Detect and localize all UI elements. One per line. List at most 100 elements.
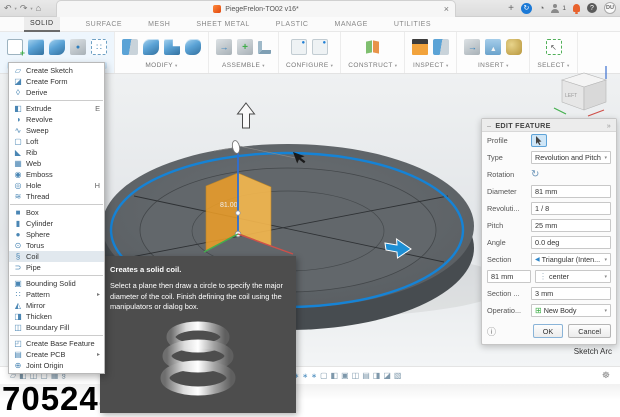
- redo-icon[interactable]: ↷: [20, 2, 28, 15]
- dimension-label[interactable]: 81.00: [220, 202, 238, 209]
- timeline-feature-icon[interactable]: ∗: [302, 372, 308, 380]
- menu-item-bounding-solid[interactable]: ▣Bounding Solid: [9, 278, 104, 289]
- configuration-table-icon[interactable]: [291, 39, 307, 55]
- toolbar-group-construct[interactable]: CONSTRUCT▾: [341, 32, 405, 73]
- toolbar-group-inspect[interactable]: INSPECT▾: [405, 32, 457, 73]
- menu-item-thread[interactable]: ≋Thread: [9, 191, 104, 202]
- measure-icon[interactable]: [412, 39, 428, 55]
- menu-item-torus[interactable]: ⊙Torus: [9, 240, 104, 251]
- menu-item-pattern[interactable]: ∷Pattern▸: [9, 289, 104, 300]
- section-analysis-icon[interactable]: [433, 39, 449, 55]
- rigid-group-icon[interactable]: [258, 41, 271, 54]
- menu-item-sphere[interactable]: ●Sphere: [9, 229, 104, 240]
- toolbar-group-configure[interactable]: CONFIGURE▾: [279, 32, 341, 73]
- angle-input[interactable]: [531, 236, 611, 249]
- timeline-feature-icon[interactable]: ▧: [394, 371, 402, 380]
- joint-icon[interactable]: [237, 39, 253, 55]
- pitch-input[interactable]: [531, 219, 611, 232]
- hole-icon[interactable]: [70, 39, 86, 55]
- menu-item-create-base-feature[interactable]: ◰Create Base Feature: [9, 338, 104, 349]
- chamfer-icon[interactable]: [164, 39, 180, 55]
- toolbar-group-assemble[interactable]: ASSEMBLE▾: [209, 32, 279, 73]
- create-sketch-icon[interactable]: [7, 39, 23, 55]
- timeline-feature-icon[interactable]: ∗: [311, 372, 317, 380]
- tab-utilities[interactable]: UTILITIES: [394, 17, 431, 32]
- operation-dropdown[interactable]: ⊞New Body▾: [531, 304, 611, 317]
- manipulator-handle-mid[interactable]: [236, 211, 240, 215]
- job-status-icon[interactable]: ◔: [539, 3, 544, 14]
- menu-item-create-form[interactable]: ◪Create Form: [9, 76, 104, 87]
- pattern-icon[interactable]: ∷: [91, 39, 107, 55]
- tab-plastic[interactable]: PLASTIC: [276, 17, 309, 32]
- close-tab-icon[interactable]: ×: [444, 4, 449, 14]
- menu-item-loft[interactable]: ▢Loft: [9, 136, 104, 147]
- document-tab[interactable]: PiegeFrelon-TO02 v16* ×: [56, 0, 456, 17]
- insert-menu-button[interactable]: INSERT▾: [478, 62, 509, 69]
- rotation-toggle-icon[interactable]: ↻: [531, 169, 539, 180]
- new-tab-icon[interactable]: +: [508, 3, 514, 14]
- menu-item-create-sketch[interactable]: ▱Create Sketch: [9, 65, 104, 76]
- menu-item-coil[interactable]: §Coil: [9, 251, 104, 262]
- tab-sheet-metal[interactable]: SHEET METAL: [196, 17, 249, 32]
- undo-icon[interactable]: ↶: [4, 2, 12, 15]
- section-position-size-input[interactable]: [487, 270, 531, 283]
- menu-item-revolve[interactable]: ◑Revolve: [9, 114, 104, 125]
- timeline-feature-icon[interactable]: ▣: [341, 371, 349, 380]
- section-position-dropdown[interactable]: ⋮center▾: [535, 270, 611, 283]
- combine-icon[interactable]: [185, 39, 201, 55]
- section-type-dropdown[interactable]: ◀Triangular (Inten...▾: [531, 253, 611, 266]
- extrude-arrow-manipulator[interactable]: [238, 103, 255, 128]
- timeline-feature-icon[interactable]: ◧: [331, 371, 339, 380]
- menu-item-thicken[interactable]: ◨Thicken: [9, 311, 104, 322]
- menu-item-rib[interactable]: ◣Rib: [9, 147, 104, 158]
- dialog-collapse-icon[interactable]: –: [487, 121, 491, 130]
- sync-status-icon[interactable]: ↻: [521, 3, 532, 14]
- menu-item-extrude[interactable]: ◧ExtrudeE: [9, 103, 104, 114]
- menu-item-emboss[interactable]: ◉Emboss: [9, 169, 104, 180]
- canvas-icon[interactable]: [485, 39, 501, 55]
- user-avatar[interactable]: DU: [604, 2, 616, 14]
- view-cube[interactable]: LEFT: [552, 64, 614, 122]
- revolutions-input[interactable]: [531, 202, 611, 215]
- home-icon[interactable]: ⌂: [36, 2, 41, 15]
- menu-item-boundary-fill[interactable]: ◫Boundary Fill: [9, 322, 104, 333]
- collaborators-icon[interactable]: [551, 4, 559, 13]
- fillet-icon[interactable]: [143, 39, 159, 55]
- menu-item-derive[interactable]: ◊Derive: [9, 87, 104, 98]
- timeline-feature-icon[interactable]: ▤: [362, 371, 370, 380]
- construct-menu-button[interactable]: CONSTRUCT▾: [348, 62, 397, 69]
- menu-item-hole[interactable]: ◎HoleH: [9, 180, 104, 191]
- sweep-icon[interactable]: [49, 39, 65, 55]
- menu-item-pipe[interactable]: ⊃Pipe: [9, 262, 104, 273]
- timeline-settings-gear-icon[interactable]: ☸: [602, 370, 610, 381]
- menu-item-web[interactable]: ▦Web: [9, 158, 104, 169]
- redo-menu-caret-icon[interactable]: ▾: [30, 6, 32, 12]
- dialog-header[interactable]: – EDIT FEATURE »: [482, 119, 616, 132]
- diameter-input[interactable]: [531, 185, 611, 198]
- cancel-button[interactable]: Cancel: [568, 324, 611, 338]
- notifications-bell-icon[interactable]: [573, 4, 580, 12]
- menu-item-cylinder[interactable]: ▮Cylinder: [9, 218, 104, 229]
- timeline-feature-icon[interactable]: ▢: [320, 371, 328, 380]
- construction-plane-icon[interactable]: [365, 39, 381, 55]
- extrude-icon[interactable]: [28, 39, 44, 55]
- undo-menu-caret-icon[interactable]: ▾: [15, 6, 17, 12]
- tab-mesh[interactable]: MESH: [148, 17, 170, 32]
- timeline-feature-icon[interactable]: ◪: [383, 371, 391, 380]
- inspect-menu-button[interactable]: INSPECT▾: [413, 62, 449, 69]
- tab-surface[interactable]: SURFACE: [86, 17, 123, 32]
- dialog-more-icon[interactable]: »: [607, 121, 611, 130]
- menu-item-create-pcb[interactable]: ▤Create PCB▸: [9, 349, 104, 360]
- info-icon[interactable]: ⓘ: [487, 325, 496, 338]
- help-icon[interactable]: ?: [587, 3, 597, 13]
- toolbar-group-modify[interactable]: MODIFY▾: [115, 32, 209, 73]
- menu-item-mirror[interactable]: ◭Mirror: [9, 300, 104, 311]
- insert-mesh-icon[interactable]: [506, 39, 522, 55]
- new-component-icon[interactable]: [216, 39, 232, 55]
- modify-menu-button[interactable]: MODIFY▾: [145, 62, 177, 69]
- profile-select-button[interactable]: [531, 134, 547, 147]
- configure-menu-button[interactable]: CONFIGURE▾: [286, 62, 333, 69]
- timeline-feature-icon[interactable]: ◫: [352, 371, 360, 380]
- menu-item-sweep[interactable]: ∿Sweep: [9, 125, 104, 136]
- select-tool-icon[interactable]: ↖: [546, 39, 562, 55]
